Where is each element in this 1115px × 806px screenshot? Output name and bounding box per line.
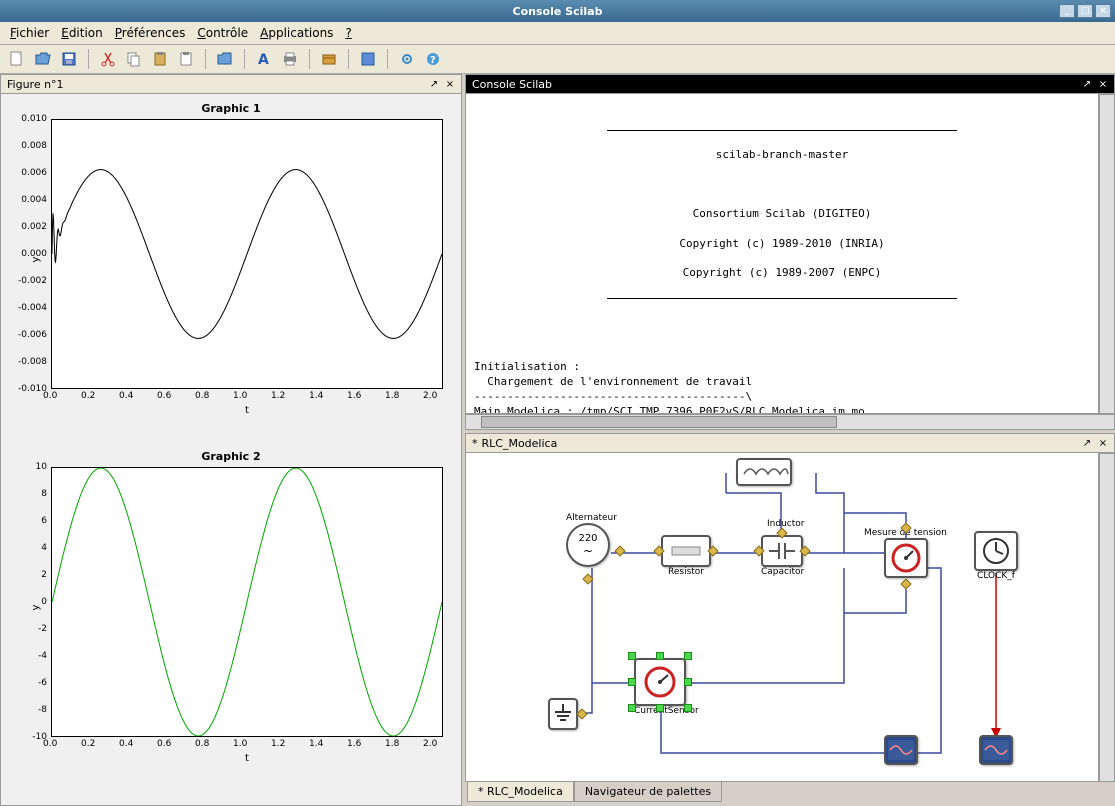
maximize-button[interactable]: □ — [1077, 4, 1093, 18]
alternateur-sym: ~ — [583, 544, 593, 558]
clipboard-icon[interactable] — [175, 48, 197, 70]
figure-close-icon[interactable]: × — [443, 77, 457, 91]
figure-undock-icon[interactable]: ↗ — [427, 77, 441, 91]
gear-icon[interactable] — [396, 48, 418, 70]
open-icon[interactable] — [32, 48, 54, 70]
chart-1: Graphic 1 y -0.010-0.008-0.006-0.004-0.0… — [9, 102, 453, 422]
close-button[interactable]: × — [1095, 4, 1111, 18]
console-banner-3: Copyright (c) 1989-2010 (INRIA) — [554, 237, 1010, 252]
menu-help[interactable]: ? — [341, 24, 355, 42]
console-panel-title: Console Scilab ↗ × — [465, 74, 1115, 94]
print-icon[interactable] — [279, 48, 301, 70]
chart-1-plot — [51, 119, 443, 389]
console-output: Initialisation : Chargement de l'environ… — [474, 360, 1090, 414]
menubar: Fichier Edition Préférences Contrôle App… — [0, 22, 1115, 45]
alternateur-value: 220 — [578, 533, 597, 544]
package-icon[interactable] — [318, 48, 340, 70]
xcos-vscroll[interactable] — [1099, 453, 1115, 782]
window-title: Console Scilab — [513, 5, 603, 18]
block-currentsensor[interactable]: CurrentSensor — [634, 658, 699, 716]
minimize-button[interactable]: _ — [1059, 4, 1075, 18]
xcos-close-icon[interactable]: × — [1096, 436, 1110, 450]
block-scope[interactable] — [884, 735, 918, 765]
figure-panel-title: Figure n°1 ↗ × — [0, 74, 462, 94]
resistor-label: Resistor — [661, 567, 711, 577]
figure-body: Graphic 1 y -0.010-0.008-0.006-0.004-0.0… — [0, 94, 462, 806]
block-scope-2[interactable] — [979, 735, 1013, 765]
chart-1-title: Graphic 1 — [9, 102, 453, 115]
clock-label: CLOCK_f — [974, 571, 1018, 581]
help-icon[interactable]: ? — [422, 48, 444, 70]
paste-icon[interactable] — [149, 48, 171, 70]
console-hscroll[interactable] — [465, 414, 1115, 430]
font-icon[interactable]: A — [253, 48, 275, 70]
block-resistor[interactable]: Resistor — [661, 535, 711, 577]
console-banner-4: Copyright (c) 1989-2007 (ENPC) — [554, 266, 1010, 281]
console-undock-icon[interactable]: ↗ — [1080, 77, 1094, 91]
xcos-undock-icon[interactable]: ↗ — [1080, 436, 1094, 450]
chart-2-title: Graphic 2 — [9, 450, 453, 463]
console-close-icon[interactable]: × — [1096, 77, 1110, 91]
chart-2: Graphic 2 y -10-8-6-4-20246810 0.00.20.4… — [9, 450, 453, 770]
tab-rlc[interactable]: * RLC_Modelica — [467, 782, 574, 802]
toolbar: A ? — [0, 45, 1115, 74]
xcos-title-text: RLC_Modelica — [482, 437, 558, 450]
menu-edition[interactable]: Edition — [57, 24, 107, 42]
block-alternateur[interactable]: Alternateur 220 ~ — [566, 513, 617, 567]
save-icon[interactable] — [58, 48, 80, 70]
folder-icon[interactable] — [214, 48, 236, 70]
console-banner-1: scilab-branch-master — [554, 148, 1010, 163]
menu-controle[interactable]: Contrôle — [193, 24, 252, 42]
menu-applications[interactable]: Applications — [256, 24, 337, 42]
svg-text:?: ? — [430, 55, 436, 66]
menu-preferences[interactable]: Préférences — [111, 24, 190, 42]
svg-text:A: A — [258, 52, 269, 67]
tab-palettes[interactable]: Navigateur de palettes — [574, 782, 722, 802]
inductor-label: Inductor — [767, 519, 804, 529]
alternateur-label: Alternateur — [566, 513, 617, 523]
menu-fichier[interactable]: Fichier — [6, 24, 53, 42]
block-voltmeter[interactable]: Mesure de tension — [884, 528, 947, 578]
console-vscroll[interactable] — [1099, 94, 1115, 414]
figure-title-text: Figure n°1 — [7, 78, 64, 91]
cut-icon[interactable] — [97, 48, 119, 70]
copy-icon[interactable] — [123, 48, 145, 70]
window-titlebar: Console Scilab _ □ × — [0, 0, 1115, 22]
chart-2-xlabel: t — [245, 753, 249, 764]
block-clock[interactable]: CLOCK_f — [974, 531, 1018, 581]
block-capacitor[interactable]: Inductor Capacitor — [761, 535, 804, 577]
console-title-text: Console Scilab — [472, 78, 552, 91]
new-file-icon[interactable] — [6, 48, 28, 70]
console-body[interactable]: scilab-branch-master Consortium Scilab (… — [465, 94, 1099, 414]
xcos-panel-title: * RLC_Modelica ↗ × — [465, 433, 1115, 453]
xcos-modified-icon: * — [472, 437, 478, 450]
capacitor-label: Capacitor — [761, 567, 804, 577]
block-inductor-coil[interactable] — [736, 458, 792, 491]
xcos-canvas[interactable]: Alternateur 220 ~ Resistor — [465, 453, 1099, 782]
console-banner-2: Consortium Scilab (DIGITEO) — [554, 207, 1010, 222]
app1-icon[interactable] — [357, 48, 379, 70]
block-ground[interactable] — [548, 698, 578, 730]
chart-2-plot — [51, 467, 443, 737]
xcos-tabs: * RLC_Modelica Navigateur de palettes — [465, 782, 1115, 806]
chart-1-xlabel: t — [245, 405, 249, 416]
